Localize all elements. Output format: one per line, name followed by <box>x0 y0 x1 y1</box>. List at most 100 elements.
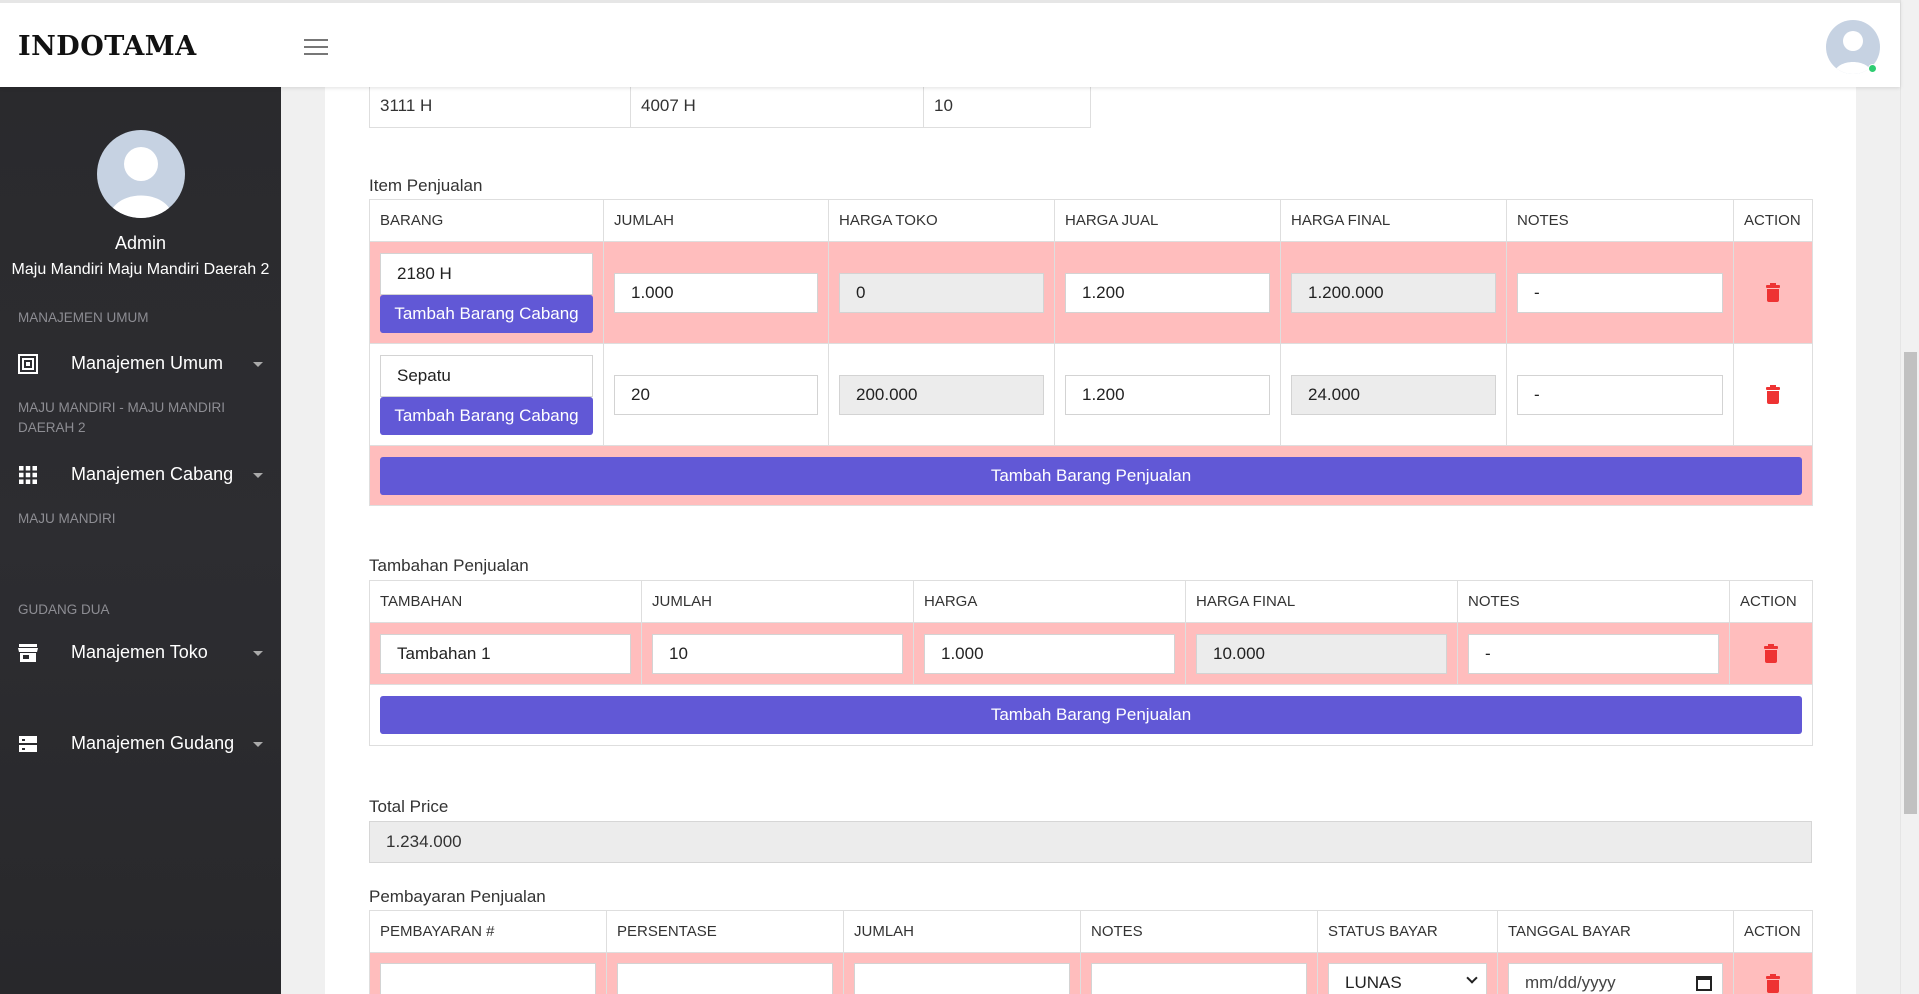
sidebar-item-label: Manajemen Cabang <box>71 464 234 484</box>
persentase-input[interactable] <box>617 963 833 994</box>
sidebar-section-gudang: GUDANG DUA <box>18 602 110 617</box>
tambahan-penjualan-title: Tambahan Penjualan <box>369 556 529 575</box>
sidebar-section-toko: MAJU MANDIRI <box>18 511 116 526</box>
status-bayar-select[interactable]: LUNAS <box>1328 963 1487 994</box>
notes-input[interactable]: - <box>1517 374 1723 415</box>
pembayaran-number-input[interactable] <box>380 963 596 994</box>
column-header: HARGA JUAL <box>1054 199 1281 242</box>
column-header: ACTION <box>1729 580 1813 623</box>
table-row: Sepatu Tambah Barang Cabang 20 200.000 1… <box>369 343 1813 446</box>
grid-icon <box>19 466 37 484</box>
server-icon <box>19 736 37 752</box>
tambah-barang-penjualan-button[interactable]: Tambah Barang Penjualan <box>380 456 1802 495</box>
tambah-barang-penjualan-button[interactable]: Tambah Barang Penjualan <box>380 696 1802 734</box>
tanggal-bayar-input[interactable]: mm/dd/yyyy <box>1508 963 1723 994</box>
jumlah-input[interactable]: 10 <box>652 633 903 674</box>
scrollbar-thumb[interactable] <box>1904 352 1917 814</box>
jumlah-input[interactable]: 1.000 <box>614 272 818 313</box>
table-row: 2180 H Tambah Barang Cabang 1.000 0 1.20… <box>369 241 1813 344</box>
harga-jual-input[interactable]: 1.200 <box>1065 374 1270 415</box>
notes-input[interactable]: - <box>1517 272 1723 313</box>
barang-field[interactable]: 2180 H <box>380 252 593 295</box>
summary-cell: 3111 H <box>369 83 631 128</box>
brand-logo[interactable]: INDOTAMA <box>18 31 197 62</box>
item-penjualan-title: Item Penjualan <box>369 176 483 195</box>
table-row: LUNAS mm/dd/yyyy <box>369 952 1813 994</box>
table-header-row: PEMBAYARAN # PERSENTASE JUMLAH NOTES STA… <box>369 910 1813 953</box>
column-header: PEMBAYARAN # <box>369 910 607 953</box>
store-icon <box>18 644 38 662</box>
summary-cell: 10 <box>923 83 1091 128</box>
top-bar: INDOTAMA <box>0 0 1900 87</box>
harga-final-field: 1.200.000 <box>1291 272 1496 313</box>
table-header-row: TAMBAHAN JUMLAH HARGA HARGA FINAL NOTES … <box>369 580 1813 623</box>
pembayaran-penjualan-title: Pembayaran Penjualan <box>369 887 546 906</box>
sidebar-section-umum: MANAJEMEN UMUM <box>18 310 149 325</box>
column-header: NOTES <box>1506 199 1734 242</box>
column-header: HARGA TOKO <box>828 199 1055 242</box>
sidebar-item-manajemen-toko[interactable]: Manajemen Toko <box>0 635 281 671</box>
notes-input[interactable] <box>1091 963 1307 994</box>
harga-toko-field: 200.000 <box>839 374 1044 415</box>
column-header: TAMBAHAN <box>369 580 642 623</box>
delete-row-icon[interactable] <box>1764 643 1778 663</box>
sidebar-section-cabang: MAJU MANDIRI - MAJU MANDIRI DAERAH 2 <box>18 400 225 435</box>
tambah-barang-cabang-button[interactable]: Tambah Barang Cabang <box>380 396 593 435</box>
sidebar-user-name: Admin <box>114 233 167 253</box>
sidebar-company-name: Maju Mandiri Maju Mandiri Daerah 2 <box>11 261 270 278</box>
chevron-down-icon <box>1466 972 1478 984</box>
delete-row-icon[interactable] <box>1766 974 1780 993</box>
sidebar-item-manajemen-gudang[interactable]: Manajemen Gudang <box>0 726 281 762</box>
summary-cell: 4007 H <box>630 83 924 128</box>
column-header: HARGA FINAL <box>1280 199 1507 242</box>
tambahan-penjualan-table: TAMBAHAN JUMLAH HARGA HARGA FINAL NOTES … <box>369 580 1813 746</box>
column-header: HARGA <box>913 580 1186 623</box>
sidebar: Admin Maju Mandiri Maju Mandiri Daerah 2… <box>0 87 281 994</box>
summary-row-table: 3111 H 4007 H 10 <box>369 83 1091 128</box>
add-row: Tambah Barang Penjualan <box>369 445 1813 506</box>
table-row: Tambahan 1 10 1.000 10.000 - <box>369 622 1813 685</box>
sidebar-item-label: Manajemen Gudang <box>71 733 235 753</box>
delete-row-icon[interactable] <box>1766 282 1780 302</box>
status-bayar-value: LUNAS <box>1345 973 1402 992</box>
page-scrollbar[interactable] <box>1900 0 1919 994</box>
pembayaran-penjualan-table: PEMBAYARAN # PERSENTASE JUMLAH NOTES STA… <box>369 910 1813 994</box>
date-placeholder: mm/dd/yyyy <box>1525 973 1616 992</box>
menu-toggle-icon[interactable] <box>304 39 328 57</box>
harga-final-field: 24.000 <box>1291 374 1496 415</box>
column-header: STATUS BAYAR <box>1317 910 1498 953</box>
jumlah-input[interactable]: 20 <box>614 374 818 415</box>
add-row: Tambah Barang Penjualan <box>369 684 1813 746</box>
column-header: TANGGAL BAYAR <box>1497 910 1734 953</box>
tambahan-input[interactable]: Tambahan 1 <box>380 633 631 674</box>
column-header: JUMLAH <box>641 580 914 623</box>
sidebar-item-manajemen-umum[interactable]: Manajemen Umum <box>0 346 281 382</box>
delete-row-icon[interactable] <box>1766 384 1780 404</box>
harga-final-field: 10.000 <box>1196 633 1447 674</box>
calendar-icon <box>1696 976 1712 991</box>
total-price-label: Total Price <box>369 797 449 816</box>
notes-input[interactable]: - <box>1468 633 1719 674</box>
sidebar-item-label: Manajemen Toko <box>71 642 208 662</box>
caret-down-icon <box>253 473 263 478</box>
column-header: JUMLAH <box>603 199 829 242</box>
column-header: ACTION <box>1733 199 1813 242</box>
column-header: PERSENTASE <box>606 910 844 953</box>
jumlah-input[interactable] <box>854 963 1070 994</box>
sidebar-item-manajemen-cabang[interactable]: Manajemen Cabang <box>0 457 281 493</box>
tambah-barang-cabang-button[interactable]: Tambah Barang Cabang <box>380 294 593 333</box>
table-header-row: BARANG JUMLAH HARGA TOKO HARGA JUAL HARG… <box>369 199 1813 242</box>
harga-jual-input[interactable]: 1.200 <box>1065 272 1270 313</box>
barang-field[interactable]: Sepatu <box>380 354 593 397</box>
item-penjualan-table: BARANG JUMLAH HARGA TOKO HARGA JUAL HARG… <box>369 199 1813 506</box>
harga-input[interactable]: 1.000 <box>924 633 1175 674</box>
harga-toko-field: 0 <box>839 272 1044 313</box>
dashboard-icon <box>18 354 38 374</box>
online-status-icon <box>1868 64 1877 73</box>
column-header: HARGA FINAL <box>1185 580 1458 623</box>
column-header: JUMLAH <box>843 910 1081 953</box>
column-header: NOTES <box>1080 910 1318 953</box>
column-header: BARANG <box>369 199 604 242</box>
caret-down-icon <box>253 742 263 747</box>
sidebar-item-label: Manajemen Umum <box>71 353 224 373</box>
